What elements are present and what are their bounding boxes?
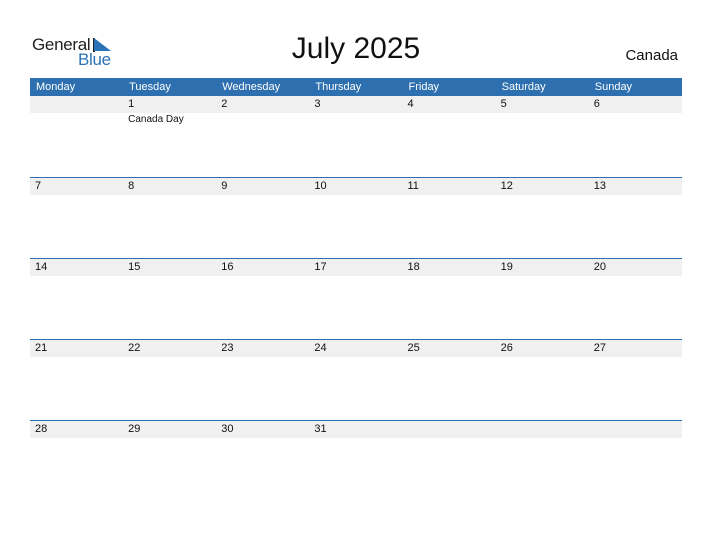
holiday-label: Canada Day [128,114,184,125]
date-strip: 14 15 16 17 18 19 20 [30,259,682,276]
day-number [589,421,682,438]
day-number: 24 [314,342,327,354]
day-number: 15 [128,261,141,273]
holiday-label [589,113,682,126]
week-row: 28 29 30 31 [30,420,682,501]
day-number: 5 [500,98,507,110]
day-number: 18 [407,261,420,273]
events-row: Canada Day [30,113,682,126]
calendar-title: July 2025 [291,32,421,65]
day-number: 30 [221,423,234,435]
day-number: 10 [314,180,327,192]
country-label: Canada [625,47,678,64]
day-number: 22 [128,342,141,354]
date-strip: 7 8 9 10 11 12 13 [30,178,682,195]
day-number: 31 [314,423,327,435]
day-number: 4 [407,98,414,110]
day-number [496,421,589,438]
date-strip: 21 22 23 24 25 26 27 [30,340,682,357]
day-number: 29 [128,423,141,435]
date-strip: 28 29 30 31 [30,421,682,438]
calendar-grid: Monday Tuesday Wednesday Thursday Friday… [30,78,682,501]
day-number: 14 [35,261,48,273]
week-row: 14 15 16 17 18 19 20 [30,258,682,339]
weekday-tuesday: Tuesday [129,81,171,93]
day-number: 6 [593,98,600,110]
week-row: 1 2 3 4 5 6 Canada Day [30,96,682,177]
day-number: 19 [500,261,513,273]
day-number: 23 [221,342,234,354]
day-number: 7 [35,180,42,192]
day-number: 8 [128,180,135,192]
holiday-label [216,113,309,126]
day-number: 28 [35,423,48,435]
holiday-label [403,113,496,126]
week-row: 21 22 23 24 25 26 27 [30,339,682,420]
day-number [403,421,496,438]
day-number [30,96,123,113]
day-number: 11 [407,180,419,192]
weekday-friday: Friday [408,81,440,93]
weekday-header: Monday Tuesday Wednesday Thursday Friday… [30,78,682,96]
day-number: 25 [407,342,420,354]
day-number: 13 [593,180,606,192]
weekday-monday: Monday [36,81,76,93]
weekday-saturday: Saturday [501,81,546,93]
day-number: 2 [221,98,228,110]
day-number: 3 [314,98,321,110]
holiday-label [30,113,123,126]
weekday-thursday: Thursday [315,81,362,93]
day-number: 12 [500,180,513,192]
day-number: 16 [221,261,234,273]
day-number: 27 [593,342,606,354]
day-number: 21 [35,342,48,354]
weeks-container: 1 2 3 4 5 6 Canada Day 7 8 9 10 11 12 13 14 15 16 17 18 19 2… [30,96,682,501]
week-row: 7 8 9 10 11 12 13 [30,177,682,258]
day-number: 17 [314,261,327,273]
weekday-sunday: Sunday [594,81,633,93]
day-number: 20 [593,261,606,273]
day-number: 1 [128,98,135,110]
holiday-label [309,113,402,126]
day-number: 26 [500,342,513,354]
date-strip: 1 2 3 4 5 6 [30,96,682,113]
day-number: 9 [221,180,228,192]
holiday-label [496,113,589,126]
weekday-wednesday: Wednesday [222,81,281,93]
